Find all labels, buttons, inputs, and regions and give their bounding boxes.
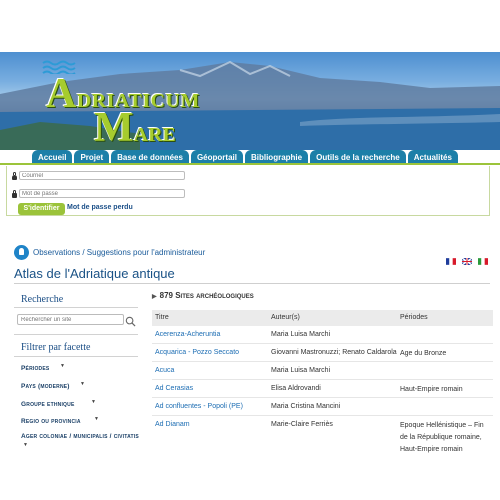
user-icon [12,172,17,180]
flag-fr-icon[interactable] [446,258,456,265]
table-row: Ad confluentes - Popoli (PE) Maria Crist… [152,398,493,416]
table-row: Acerenza-Acheruntia Maria Luisa Marchi [152,326,493,344]
site-search-input[interactable] [17,314,124,325]
facet-periodes[interactable]: Périodes [21,365,49,372]
nav-tab-actualites[interactable]: Actualités [407,150,458,164]
chevron-down-icon[interactable]: ▼ [94,416,99,422]
filter-divider-top [14,334,138,335]
page-title: Atlas de l'Adriatique antique [14,266,175,281]
table-row: Ad Dianam Marie-Claire Ferriès Epoque He… [152,416,493,456]
facet-regio[interactable]: Regio ou provincia [21,418,81,425]
flag-it-icon[interactable] [478,258,488,265]
forgot-password-link[interactable]: Mot de passe perdu [67,204,133,211]
row-title-link[interactable]: Ad Cerasias [155,385,193,392]
chevron-down-icon[interactable]: ▼ [60,363,65,369]
nav-tab-projet[interactable]: Projet [74,150,110,164]
nav-tab-accueil[interactable]: Accueil [32,150,73,164]
nav-tab-base-de-donnees[interactable]: Base de données [111,150,189,164]
row-authors: Giovanni Mastronuzzi; Renato Caldarola [271,349,397,356]
chevron-down-icon[interactable]: ▼ [80,381,85,387]
column-header-periodes[interactable]: Périodes [400,314,428,321]
nav-tab-geoportail[interactable]: Géoportail [190,150,243,164]
lock-icon [12,190,17,198]
login-button[interactable]: S'identifier [18,203,65,215]
filter-divider [14,356,138,357]
login-panel: S'identifier Mot de passe perdu [6,166,490,216]
page: ADRIATICUM MARE Accueil Projet Base de d… [0,0,500,500]
row-title-link[interactable]: Acerenza-Acheruntia [155,331,220,338]
row-title-link[interactable]: Acquarica - Pozzo Seccato [155,349,239,356]
chevron-down-icon[interactable]: ▼ [91,399,96,405]
row-title-link[interactable]: Ad Dianam [155,421,190,428]
search-divider [14,307,138,308]
password-field[interactable] [19,189,185,198]
search-icon[interactable] [125,316,136,327]
facet-groupe-ethnique[interactable]: Groupe ethnique [21,401,74,408]
logo-line2: MARE [94,105,176,150]
row-title-link[interactable]: Acuca [155,367,174,374]
suggestions-link[interactable]: Observations / Suggestions pour l'admini… [33,248,205,257]
table-row: Ad Cerasias Elisa Aldrovandi Haut-Empire… [152,380,493,398]
results-count-label: 879 Sites archéologiques [159,291,254,300]
facet-ager[interactable]: Ager coloniae / municipalis / civitatis [21,433,139,440]
column-header-titre[interactable]: Titre [155,314,169,321]
facet-pays[interactable]: Pays (moderne) [21,383,70,390]
results-count: ▶ 879 Sites archéologiques [152,291,254,300]
nav-divider [0,163,500,165]
row-periods: Epoque Hellénistique – Fin de la Républi… [400,422,484,453]
triangle-right-icon: ▶ [152,294,157,300]
search-heading: Recherche [21,294,64,305]
flag-en-icon[interactable] [462,258,472,265]
language-switcher [446,258,488,265]
row-periods: Haut-Empire romain [400,386,463,393]
nav-tab-bibliographie[interactable]: Bibliographie [244,150,309,164]
chevron-down-icon[interactable]: ▼ [23,442,28,448]
nav-tab-outils[interactable]: Outils de la recherche [310,150,406,164]
row-authors: Elisa Aldrovandi [271,385,321,392]
site-logo[interactable]: ADRIATICUM MARE [42,60,242,150]
lightbulb-icon[interactable] [14,245,29,260]
main-nav: Accueil Projet Base de données Géoportai… [32,150,458,164]
table-row: Acquarica - Pozzo Seccato Giovanni Mastr… [152,344,493,362]
email-field[interactable] [19,171,185,180]
row-periods: Age du Bronze [400,350,447,357]
waves-icon [42,60,76,74]
title-divider [14,283,490,284]
row-authors: Maria Cristina Mancini [271,403,341,410]
results-table-header: Titre Auteur(s) Périodes [152,310,493,326]
row-authors: Maria Luisa Marchi [271,331,331,338]
table-row: Acuca Maria Luisa Marchi [152,362,493,380]
column-header-auteurs[interactable]: Auteur(s) [271,314,300,321]
site-banner: ADRIATICUM MARE [0,52,500,150]
row-title-link[interactable]: Ad confluentes - Popoli (PE) [155,403,243,410]
filter-heading: Filtrer par facette [21,342,91,353]
row-authors: Marie-Claire Ferriès [271,421,333,428]
row-authors: Maria Luisa Marchi [271,367,331,374]
